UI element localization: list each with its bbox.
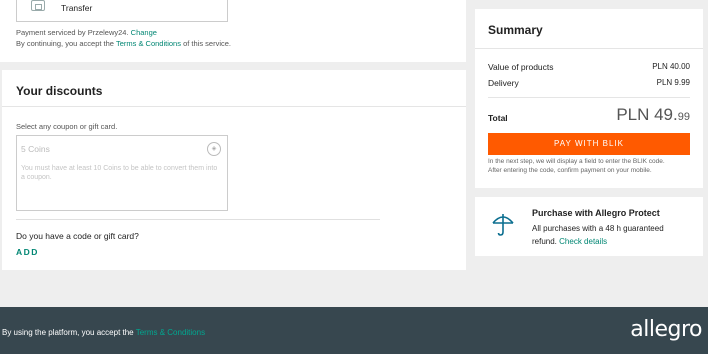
blik-note-line1: In the next step, we will display a fiel… xyxy=(488,158,665,165)
discounts-hint: Select any coupon or gift card. xyxy=(16,122,118,131)
blik-note-line2: After entering the code, confirm payment… xyxy=(488,167,652,174)
allegro-protect-card: Purchase with Allegro Protect All purcha… xyxy=(475,197,703,256)
protect-line2: refund. Check details xyxy=(532,237,607,246)
footer-terms-link[interactable]: Terms & Conditions xyxy=(136,328,205,337)
total-amount-main: PLN 49. xyxy=(616,105,678,124)
divider xyxy=(475,48,703,49)
footer: By using the platform, you accept the Te… xyxy=(0,307,708,354)
add-code-button[interactable]: ADD xyxy=(16,247,39,257)
service-terms-text: By continuing, you accept the Terms & Co… xyxy=(16,39,231,48)
divider xyxy=(16,219,380,220)
value-of-products-amount: PLN 40.00 xyxy=(652,62,690,71)
protect-line1: All purchases with a 48 h guaranteed xyxy=(532,224,664,233)
total-label: Total xyxy=(488,113,508,123)
serviced-prefix: Payment serviced by Przelewy24. xyxy=(16,28,129,37)
accept-prefix: By continuing, you accept the xyxy=(16,39,114,48)
transfer-label: Transfer xyxy=(61,3,93,13)
pay-with-blik-button[interactable]: PAY WITH BLIK xyxy=(488,133,690,155)
check-details-link[interactable]: Check details xyxy=(559,237,607,246)
delivery-label: Delivery xyxy=(488,78,519,88)
bank-transfer-icon xyxy=(31,0,45,11)
discounts-title: Your discounts xyxy=(16,84,103,98)
delivery-amount: PLN 9.99 xyxy=(656,78,690,87)
umbrella-icon xyxy=(492,214,514,236)
code-question: Do you have a code or gift card? xyxy=(16,231,139,241)
payment-serviced-text: Payment serviced by Przelewy24. Change xyxy=(16,28,157,37)
coins-description: You must have at least 10 Coins to be ab… xyxy=(21,165,218,181)
accept-suffix: of this service. xyxy=(183,39,231,48)
payment-method-card: Transfer Payment serviced by Przelewy24.… xyxy=(0,0,466,62)
coins-title: 5 Coins xyxy=(21,144,50,154)
coins-coupon-option[interactable]: 5 Coins ◈ You must have at least 10 Coin… xyxy=(16,135,228,211)
service-terms-link[interactable]: Terms & Conditions xyxy=(116,39,181,48)
discounts-card: Your discounts Select any coupon or gift… xyxy=(2,70,466,270)
total-amount-cents: 99 xyxy=(677,111,690,123)
total-amount: PLN 49.99 xyxy=(616,105,690,125)
protect-line2-prefix: refund. xyxy=(532,237,557,246)
coins-badge-icon: ◈ xyxy=(207,142,221,156)
allegro-logo[interactable]: allegro xyxy=(630,317,702,342)
divider xyxy=(2,106,466,107)
divider xyxy=(488,97,690,98)
footer-terms-text: By using the platform, you accept the Te… xyxy=(2,328,205,337)
footer-text-prefix: By using the platform, you accept the xyxy=(2,328,134,337)
protect-title: Purchase with Allegro Protect xyxy=(532,208,660,218)
summary-card: Summary Value of products PLN 40.00 Deli… xyxy=(475,9,703,188)
change-payment-link[interactable]: Change xyxy=(131,28,157,37)
transfer-option[interactable]: Transfer xyxy=(16,0,228,22)
value-of-products-label: Value of products xyxy=(488,62,554,72)
summary-title: Summary xyxy=(488,23,543,37)
